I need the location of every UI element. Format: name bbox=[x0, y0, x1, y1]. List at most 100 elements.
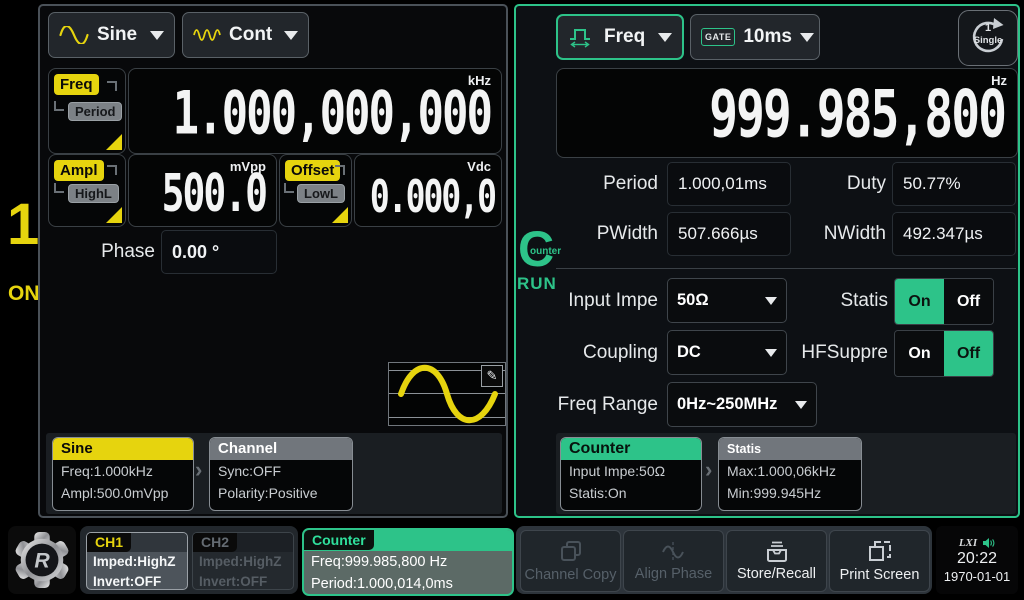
offset-param-box[interactable]: Offset LowL bbox=[279, 154, 352, 227]
ampl-chip[interactable]: Ampl bbox=[54, 160, 104, 181]
counter-mode-label: Freq bbox=[604, 26, 645, 48]
duty-value: 50.77% bbox=[892, 162, 1016, 206]
ch1-status-box[interactable]: CH1 Imped:HighZ Invert:OFF bbox=[86, 532, 188, 590]
channel-info-line: Polarity:Positive bbox=[210, 482, 352, 504]
highl-chip[interactable]: HighL bbox=[68, 184, 119, 203]
align-phase-icon bbox=[660, 540, 688, 564]
clock-time: 20:22 bbox=[957, 550, 997, 568]
counter-mode-select[interactable]: Freq bbox=[556, 14, 684, 60]
offset-value: 0.000,0 bbox=[370, 170, 495, 223]
nwidth-value: 492.347µs bbox=[892, 212, 1016, 256]
ch1-info-strip: Sine Freq:1.000kHz Ampl:500.0mVpp › Chan… bbox=[46, 433, 502, 514]
waveform-preview[interactable]: ✎ bbox=[388, 362, 506, 426]
input-impedance-select[interactable]: 50Ω bbox=[667, 278, 787, 323]
phase-input[interactable]: 0.00 ° bbox=[161, 230, 277, 274]
function-buttons-group: Channel Copy Align Phase Store/Recall Pr… bbox=[516, 526, 932, 594]
single-trigger-button[interactable]: 1 Single bbox=[958, 10, 1018, 66]
channel-copy-label: Channel Copy bbox=[525, 567, 617, 583]
ch2-status-line: Imped:HighZ bbox=[193, 552, 293, 572]
channel-info-tab[interactable]: Channel Sync:OFF Polarity:Positive bbox=[209, 437, 353, 511]
pwidth-label: PWidth bbox=[556, 212, 658, 256]
corner-mark bbox=[54, 101, 64, 111]
chevron-down-icon bbox=[658, 33, 672, 42]
freq-range-value: 0Hz~250MHz bbox=[677, 395, 777, 414]
clock-date: 1970-01-01 bbox=[944, 569, 1011, 584]
single-label: Single bbox=[974, 35, 1003, 46]
period-chip[interactable]: Period bbox=[68, 102, 122, 121]
counter-status-line: Freq:999.985,800 Hz bbox=[304, 551, 512, 573]
counter-status-box[interactable]: Counter Freq:999.985,800 Hz Period:1.000… bbox=[302, 528, 514, 596]
system-menu-button[interactable]: R bbox=[8, 526, 76, 594]
lxi-logo: LXI bbox=[959, 537, 977, 549]
edit-indicator-triangle bbox=[106, 207, 122, 223]
hf-suppress-toggle: On Off bbox=[894, 330, 994, 377]
corner-mark bbox=[335, 165, 345, 175]
coupling-select[interactable]: DC bbox=[667, 330, 787, 375]
pulse-measure-icon bbox=[568, 26, 596, 49]
phase-label: Phase bbox=[80, 230, 155, 274]
input-impedance-label: Input Impe bbox=[552, 278, 658, 323]
freq-chip[interactable]: Freq bbox=[54, 74, 99, 95]
freq-range-label: Freq Range bbox=[542, 382, 658, 427]
freq-range-select[interactable]: 0Hz~250MHz bbox=[667, 382, 817, 427]
statis-on-button[interactable]: On bbox=[895, 279, 944, 324]
duty-label: Duty bbox=[784, 162, 886, 206]
freq-param-box[interactable]: Freq Period bbox=[48, 68, 126, 154]
waveform-select-label: Sine bbox=[97, 24, 137, 46]
offset-chip[interactable]: Offset bbox=[285, 160, 340, 181]
period-label: Period bbox=[556, 162, 658, 206]
store-recall-icon bbox=[764, 540, 790, 564]
ampl-display[interactable]: mVpp 500.0 bbox=[128, 154, 277, 227]
hf-suppress-on-button[interactable]: On bbox=[895, 331, 944, 376]
store-recall-button[interactable]: Store/Recall bbox=[726, 530, 827, 592]
counter-info-tab[interactable]: Counter Input Impe:50Ω Statis:On bbox=[560, 437, 702, 511]
status-icons-row: LXI bbox=[959, 537, 995, 549]
status-clock-box[interactable]: LXI 20:22 1970-01-01 bbox=[936, 526, 1018, 594]
ch1-status-line: Invert:OFF bbox=[87, 572, 187, 590]
chevron-down-icon bbox=[284, 31, 298, 40]
lowl-chip[interactable]: LowL bbox=[297, 184, 345, 203]
period-value: 1.000,01ms bbox=[667, 162, 791, 206]
channel-1-number[interactable]: 1 bbox=[7, 196, 39, 254]
sine-info-title: Sine bbox=[53, 438, 193, 460]
ch2-status-box[interactable]: CH2 Imped:HighZ Invert:OFF bbox=[192, 532, 294, 590]
counter-status-title: Counter bbox=[304, 530, 375, 551]
channel-info-line: Sync:OFF bbox=[210, 460, 352, 482]
store-recall-label: Store/Recall bbox=[737, 566, 816, 582]
hf-suppress-off-button[interactable]: Off bbox=[944, 331, 993, 376]
run-mode-select[interactable]: Cont bbox=[182, 12, 309, 58]
copy-icon bbox=[558, 539, 584, 565]
statis-label: Statis bbox=[808, 278, 888, 323]
statis-off-button[interactable]: Off bbox=[944, 279, 993, 324]
chevron-down-icon bbox=[765, 297, 777, 305]
single-count: 1 bbox=[985, 22, 991, 34]
ch2-status-title: CH2 bbox=[193, 533, 237, 552]
print-screen-button[interactable]: Print Screen bbox=[829, 530, 930, 592]
device-screen: 1 ON Sine Cont Freq Period kHz bbox=[0, 0, 1024, 600]
freq-display[interactable]: kHz 1.000,000,000 bbox=[128, 68, 502, 154]
counter-panel: C ounter RUN Freq GATE 10ms 1 Single bbox=[514, 4, 1020, 518]
counter-reading-display[interactable]: Hz 999.985,800 bbox=[556, 68, 1018, 158]
counter-info-title: Counter bbox=[561, 438, 701, 460]
coupling-label: Coupling bbox=[552, 330, 658, 375]
ch1-status-line: Imped:HighZ bbox=[87, 552, 187, 572]
channel-1-state: ON bbox=[8, 282, 40, 306]
sine-info-tab[interactable]: Sine Freq:1.000kHz Ampl:500.0mVpp bbox=[52, 437, 194, 511]
print-screen-label: Print Screen bbox=[840, 567, 920, 583]
offset-display[interactable]: Vdc 0.000,0 bbox=[354, 154, 502, 227]
statis-toggle: On Off bbox=[894, 278, 994, 325]
gate-badge: GATE bbox=[701, 28, 735, 46]
chevron-right-icon: › bbox=[705, 457, 712, 483]
gate-time-select[interactable]: GATE 10ms bbox=[690, 14, 820, 60]
channel-boxes-group: CH1 Imped:HighZ Invert:OFF CH2 Imped:Hig… bbox=[80, 526, 298, 594]
print-screen-icon bbox=[867, 539, 893, 565]
ampl-param-box[interactable]: Ampl HighL bbox=[48, 154, 126, 227]
freq-value: 1.000,000,000 bbox=[173, 80, 491, 149]
ch1-status-title: CH1 bbox=[87, 533, 131, 552]
speaker-icon bbox=[982, 537, 995, 549]
chevron-down-icon bbox=[150, 31, 164, 40]
edit-icon[interactable]: ✎ bbox=[481, 365, 503, 387]
pwidth-value: 507.666µs bbox=[667, 212, 791, 256]
waveform-select[interactable]: Sine bbox=[48, 12, 175, 58]
statis-info-tab[interactable]: Statis Max:1.000,06kHz Min:999.945Hz bbox=[718, 437, 862, 511]
